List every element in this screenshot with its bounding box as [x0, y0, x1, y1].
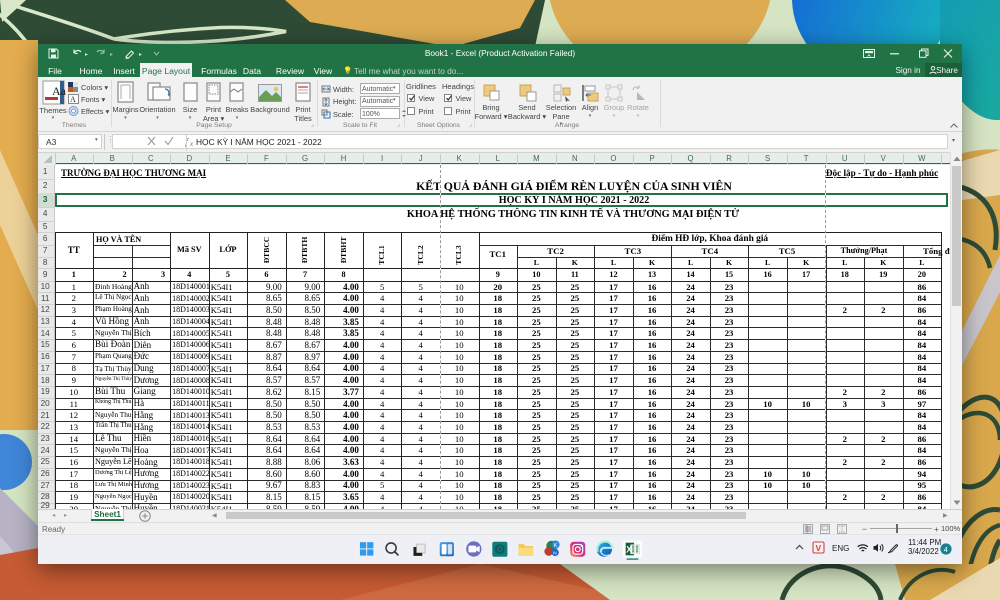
- svg-text:V: V: [816, 543, 822, 553]
- svg-text:ENG: ENG: [832, 544, 849, 553]
- svg-text:Aa: Aa: [52, 84, 67, 98]
- svg-text:x: x: [189, 140, 194, 147]
- svg-text:K: K: [554, 543, 558, 549]
- svg-text:N: N: [553, 551, 557, 557]
- svg-text:A: A: [70, 95, 76, 104]
- svg-text:X: X: [626, 544, 632, 554]
- svg-text:4: 4: [944, 545, 948, 554]
